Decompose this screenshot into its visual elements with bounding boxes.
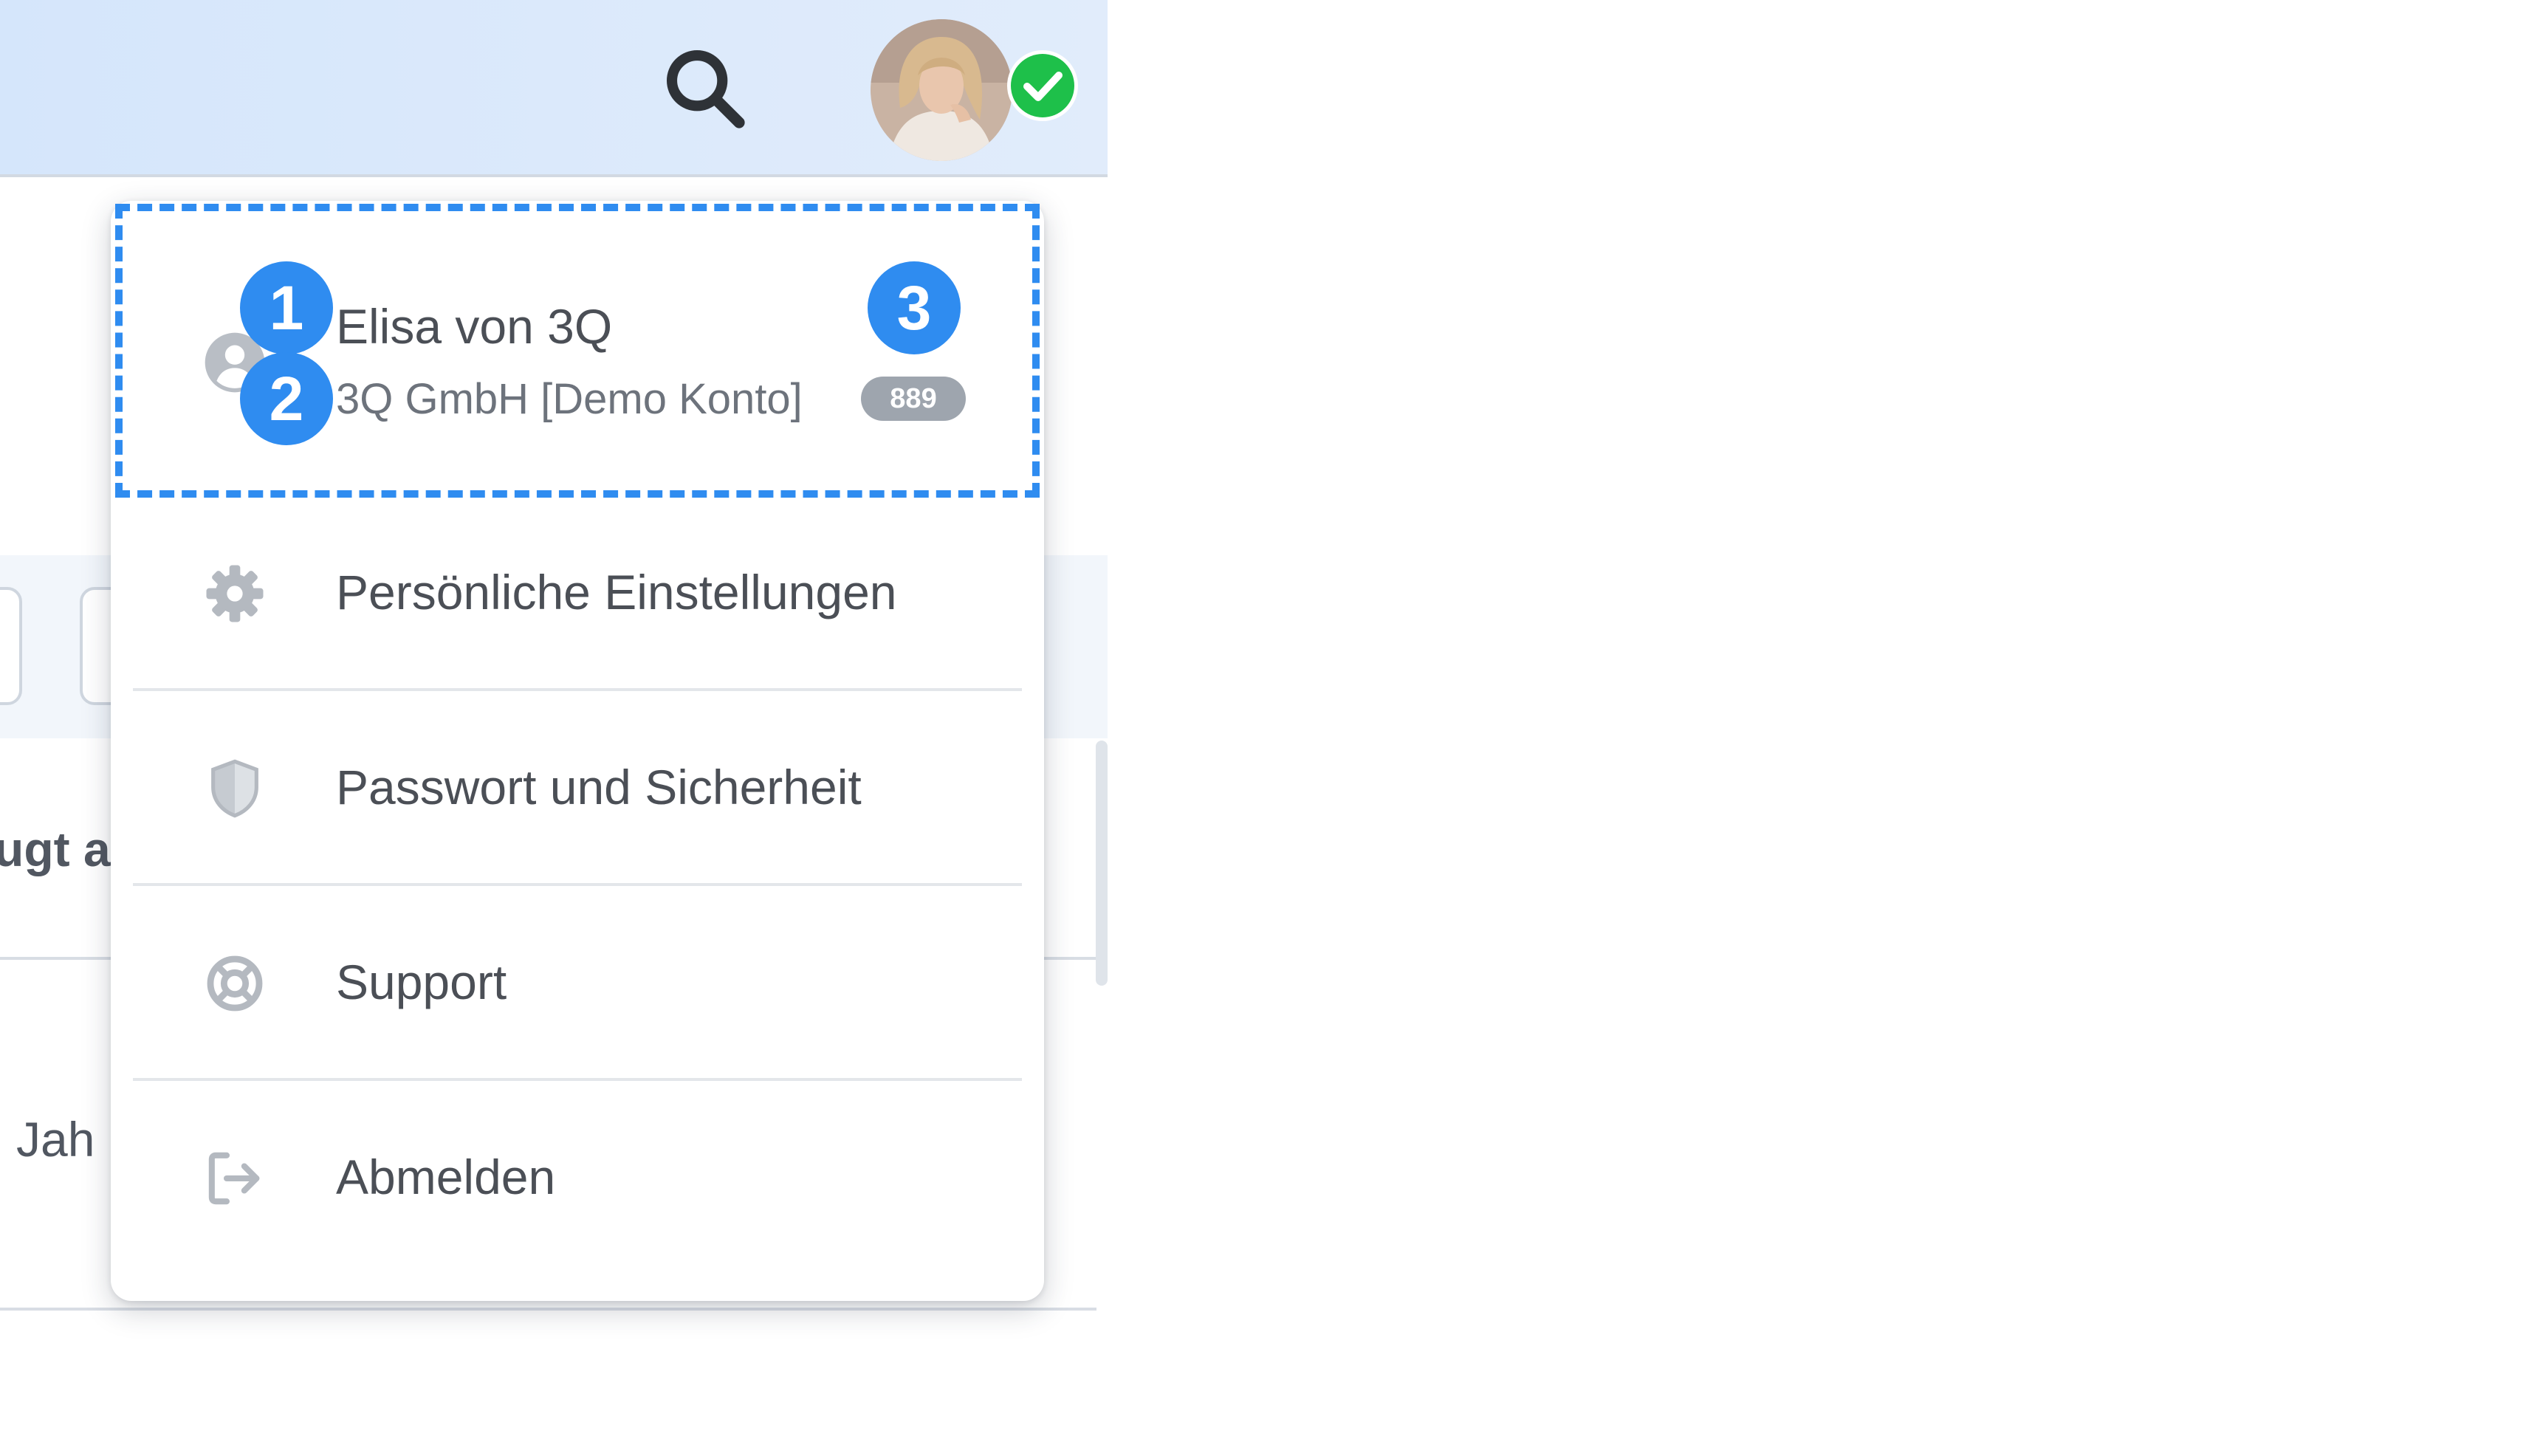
filter-chip[interactable] [0, 587, 22, 705]
check-circle-icon [1006, 49, 1080, 123]
gear-icon [202, 561, 267, 626]
step-marker-3: 3 [868, 261, 961, 354]
scrollbar[interactable] [1096, 741, 1108, 986]
table-header-text: ugt a [0, 822, 111, 876]
menu-item-logout[interactable]: Abmelden [111, 1081, 1044, 1276]
step-marker-1: 1 [240, 261, 333, 354]
divider [0, 1308, 1096, 1311]
search-icon[interactable] [657, 41, 753, 137]
logout-icon [202, 1146, 267, 1211]
screen: ugt a Jah Elisa von 3Q 3Q GmbH [Demo Kon… [0, 0, 2540, 1456]
menu-item-label: Support [336, 955, 507, 1009]
menu-item-label: Abmelden [336, 1150, 556, 1204]
account-name: Elisa von 3Q [336, 299, 613, 354]
menu-item-support[interactable]: Support [111, 886, 1044, 1081]
user-menu-dropdown: Elisa von 3Q 3Q GmbH [Demo Konto] 889 Pe… [111, 201, 1044, 1301]
shield-icon [202, 756, 267, 821]
menu-item-personal-settings[interactable]: Persönliche Einstellungen [111, 496, 1044, 691]
organization-id-badge: 889 [861, 377, 966, 421]
menu-item-label: Passwort und Sicherheit [336, 760, 862, 814]
menu-item-password-security[interactable]: Passwort und Sicherheit [111, 691, 1044, 886]
table-cell-text: Jah [16, 1112, 95, 1167]
user-avatar[interactable] [868, 16, 1015, 164]
step-marker-2: 2 [240, 352, 333, 445]
top-bar [0, 0, 1108, 177]
menu-item-label: Persönliche Einstellungen [336, 565, 897, 619]
organization-name: 3Q GmbH [Demo Konto] [336, 375, 803, 423]
lifebuoy-icon [202, 951, 267, 1016]
